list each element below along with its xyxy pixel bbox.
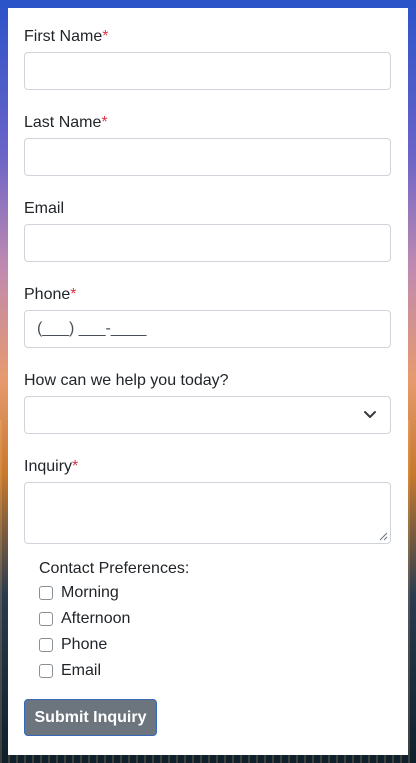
submit-inquiry-button[interactable]: Submit Inquiry [24, 699, 157, 736]
last-name-group: Last Name* [24, 112, 391, 176]
email-label: Email [24, 200, 65, 217]
first-name-group: First Name* [24, 26, 391, 90]
required-mark: * [102, 28, 109, 45]
email-group: Email [24, 198, 391, 262]
inquiry-textarea[interactable] [24, 482, 391, 544]
checkbox[interactable] [39, 638, 53, 652]
inquiry-form-card: First Name* Last Name* Email Phone* (___… [8, 8, 408, 755]
last-name-label-text: Last Name [24, 114, 102, 131]
resize-handle-icon[interactable] [378, 531, 388, 541]
required-mark: * [70, 286, 77, 303]
last-name-input[interactable] [24, 138, 391, 176]
chevron-down-icon [364, 411, 376, 418]
first-name-label: First Name* [24, 26, 391, 48]
phone-label-text: Phone [24, 286, 71, 303]
preference-label: Afternoon [61, 610, 131, 627]
required-mark: * [72, 458, 79, 475]
checkbox[interactable] [39, 664, 53, 678]
last-name-label: Last Name* [24, 112, 391, 134]
contact-preferences: Contact Preferences: Morning Afternoon P… [39, 558, 339, 684]
checkbox[interactable] [39, 612, 53, 626]
first-name-label-text: First Name [24, 28, 103, 45]
phone-label: Phone* [24, 284, 391, 306]
required-mark: * [101, 114, 108, 131]
help-topic-label: How can we help you today? [24, 372, 229, 389]
preference-phone[interactable]: Phone [39, 632, 339, 658]
inquiry-label: Inquiry* [24, 456, 391, 478]
checkbox[interactable] [39, 586, 53, 600]
help-topic-select[interactable] [24, 396, 391, 434]
preference-afternoon[interactable]: Afternoon [39, 606, 339, 632]
contact-preferences-title: Contact Preferences: [39, 560, 190, 577]
preference-email[interactable]: Email [39, 658, 339, 684]
email-input[interactable] [24, 224, 391, 262]
first-name-input[interactable] [24, 52, 391, 90]
preference-label: Morning [61, 584, 119, 601]
phone-group: Phone* (___) ___-____ [24, 284, 391, 348]
preference-label: Phone [61, 636, 108, 653]
preference-morning[interactable]: Morning [39, 580, 339, 606]
inquiry-label-text: Inquiry [24, 458, 73, 475]
phone-input[interactable]: (___) ___-____ [24, 310, 391, 348]
inquiry-group: Inquiry* [24, 456, 391, 544]
help-topic-group: How can we help you today? [24, 370, 391, 434]
preference-label: Email [61, 662, 102, 679]
